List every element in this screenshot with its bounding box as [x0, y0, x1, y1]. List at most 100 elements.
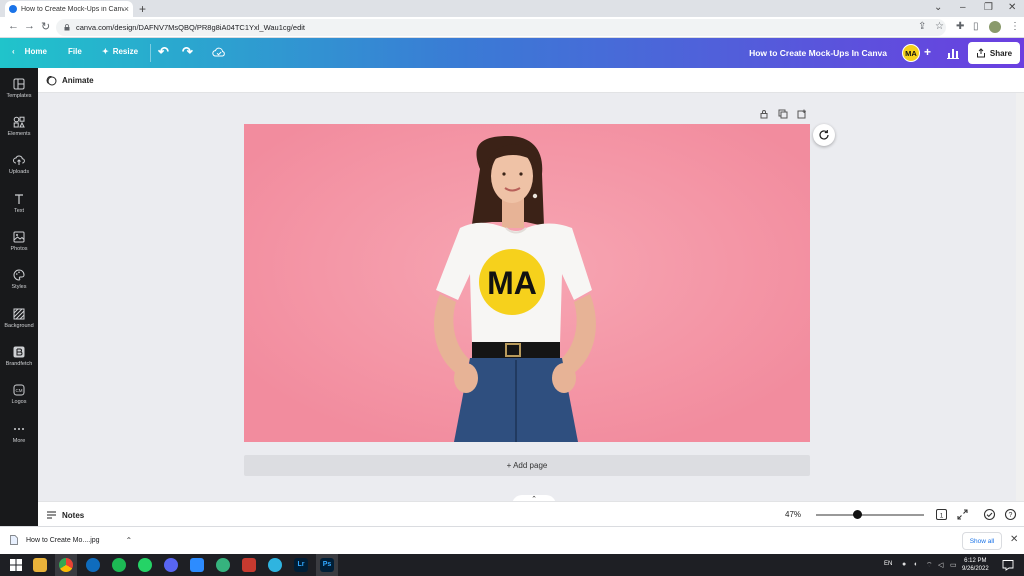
photoshop-icon[interactable]: Ps	[320, 558, 334, 572]
undo-icon[interactable]: ↶	[158, 44, 169, 60]
model-tshirt-photo[interactable]: MA	[244, 124, 810, 442]
language-indicator[interactable]: EN	[884, 561, 892, 567]
file-explorer-icon[interactable]	[33, 558, 47, 572]
notes-icon	[47, 511, 56, 519]
sidebar-item-styles[interactable]: Styles	[0, 269, 38, 290]
wifi-icon[interactable]: ⌔	[926, 561, 933, 570]
duplicate-page-icon[interactable]	[778, 109, 788, 119]
close-downloads-icon[interactable]: ✕	[1010, 534, 1018, 545]
design-title[interactable]: How to Create Mock-Ups In Canva	[749, 48, 887, 58]
system-clock[interactable]: 6:12 PM 9/26/2022	[962, 557, 989, 573]
shirt-logo-text: MA	[487, 265, 537, 301]
add-collaborator-icon[interactable]: +	[924, 45, 931, 59]
discord-icon[interactable]	[164, 558, 178, 572]
workspace-scrollbar[interactable]	[1016, 93, 1024, 501]
maximize-icon[interactable]: ❐	[984, 2, 993, 13]
zoom-slider[interactable]	[816, 514, 924, 516]
zoom-level[interactable]: 47%	[785, 510, 801, 519]
sidebar-item-elements[interactable]: Elements	[0, 116, 38, 137]
user-avatar[interactable]: MA	[902, 44, 920, 62]
windows-start-icon[interactable]	[10, 559, 22, 571]
background-icon	[13, 308, 25, 320]
sidebar-item-uploads[interactable]: Uploads	[0, 154, 38, 175]
tab-search-icon[interactable]: ⌄	[934, 2, 942, 13]
file-menu-button[interactable]: File	[68, 47, 82, 56]
sidebar-item-label: Text	[13, 208, 25, 214]
uploads-icon	[13, 155, 25, 165]
elements-icon	[13, 116, 25, 128]
sidebar-item-logos[interactable]: CM Logos	[0, 384, 38, 405]
download-item[interactable]: How to Create Mo....jpg ⌃	[10, 535, 132, 545]
close-tab-icon[interactable]: ×	[124, 4, 129, 14]
chrome-icon[interactable]	[59, 558, 73, 572]
sidebar-item-text[interactable]: Text	[0, 193, 38, 214]
whatsapp-icon[interactable]	[138, 558, 152, 572]
browser-menu-icon[interactable]: ⋮	[1010, 21, 1020, 32]
mail-icon[interactable]	[86, 558, 100, 572]
resize-icon: ✦	[102, 47, 109, 56]
sidebar-item-brandfetch[interactable]: Brandfetch	[0, 346, 38, 367]
notifications-icon[interactable]	[1002, 559, 1014, 571]
lock-icon	[64, 24, 70, 31]
animate-button[interactable]: Animate	[46, 75, 94, 86]
add-page-icon[interactable]	[797, 109, 807, 119]
check-circle-icon[interactable]	[983, 508, 996, 521]
svg-text:CM: CM	[16, 388, 23, 393]
resize-button[interactable]: ✦ Resize	[102, 47, 138, 56]
share-page-icon[interactable]: ⇪	[918, 21, 926, 32]
share-upload-icon	[976, 48, 985, 58]
volume-icon[interactable]: ◁	[938, 561, 943, 569]
design-page[interactable]: MA	[244, 124, 810, 442]
zoom-app-icon[interactable]	[190, 558, 204, 572]
tray-icon[interactable]: ◐	[914, 561, 918, 568]
home-button[interactable]: ‹ Home	[12, 47, 47, 56]
spotify-icon[interactable]	[112, 558, 126, 572]
sidebar-item-more[interactable]: More	[0, 423, 38, 444]
add-page-button[interactable]: + Add page	[244, 455, 810, 476]
url-text: canva.com/design/DAFNV7MsQBQ/PR8g8iA04TC…	[76, 23, 305, 32]
chevron-up-icon[interactable]: ⌃	[126, 536, 133, 545]
side-panel-icon[interactable]: ▯	[973, 21, 979, 32]
notes-button[interactable]: Notes	[46, 510, 84, 520]
download-file-name: How to Create Mo....jpg	[26, 536, 100, 544]
sidebar-item-photos[interactable]: Photos	[0, 231, 38, 252]
animate-label: Animate	[62, 76, 94, 85]
lightroom-icon[interactable]: Lr	[294, 558, 308, 572]
share-button[interactable]: Share	[968, 42, 1020, 64]
left-sidebar: Templates Elements Uploads Text Photos S…	[0, 68, 38, 526]
show-all-downloads-button[interactable]: Show all	[962, 532, 1002, 550]
battery-icon[interactable]: ▭	[950, 561, 957, 569]
file-label: File	[68, 47, 82, 56]
extensions-icon[interactable]: ✚	[956, 21, 964, 32]
sidebar-item-background[interactable]: Background	[0, 308, 38, 329]
browser-tab[interactable]: How to Create Mock-Ups in Canv ×	[5, 1, 133, 17]
window-close-icon[interactable]: ✕	[1008, 2, 1016, 13]
zoom-slider-handle[interactable]	[853, 510, 862, 519]
lock-page-icon[interactable]	[759, 109, 769, 119]
cloud-saved-icon[interactable]	[212, 46, 226, 58]
sidebar-item-label: Background	[4, 323, 34, 329]
file-icon	[10, 535, 18, 545]
profile-avatar[interactable]	[989, 21, 1001, 33]
redo-icon[interactable]: ↷	[182, 44, 193, 60]
forward-icon[interactable]: →	[24, 20, 35, 32]
url-input[interactable]: canva.com/design/DAFNV7MsQBQ/PR8g8iA04TC…	[56, 19, 946, 36]
page-grid-icon[interactable]: 1	[935, 508, 948, 521]
insights-chart-icon[interactable]	[944, 45, 962, 61]
app-icon[interactable]	[216, 558, 230, 572]
back-icon[interactable]: ←	[8, 20, 19, 32]
refresh-suggestions-button[interactable]	[813, 124, 835, 146]
help-icon[interactable]: ?	[1004, 508, 1017, 521]
new-tab-icon[interactable]: +	[139, 2, 146, 16]
sidebar-item-label: Styles	[11, 284, 27, 290]
edge-icon[interactable]	[268, 558, 282, 572]
bookmark-star-icon[interactable]: ☆	[935, 21, 944, 32]
tray-icon[interactable]: ●	[902, 561, 906, 568]
styles-icon	[13, 269, 25, 281]
fullscreen-icon[interactable]	[956, 508, 969, 521]
reload-icon[interactable]: ↻	[41, 20, 50, 33]
sidebar-item-templates[interactable]: Templates	[0, 78, 38, 99]
more-icon	[14, 428, 24, 430]
filezilla-icon[interactable]	[242, 558, 256, 572]
minimize-icon[interactable]: –	[960, 2, 966, 13]
